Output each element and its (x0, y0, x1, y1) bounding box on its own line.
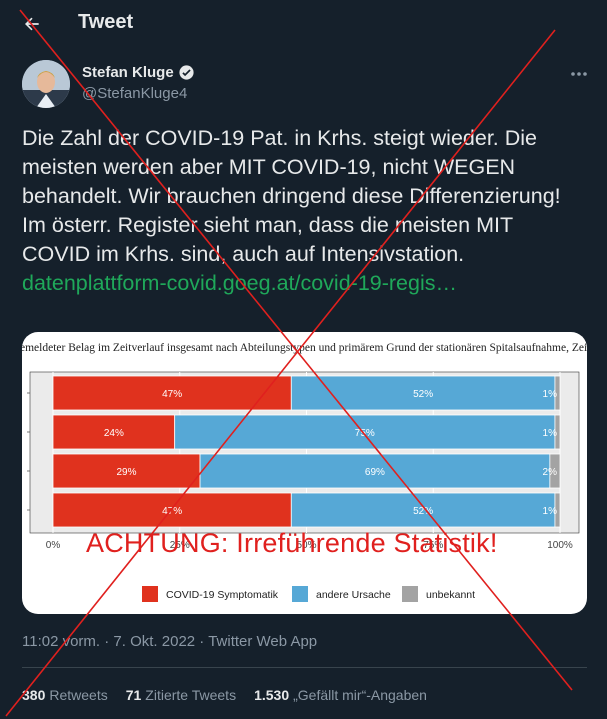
stacked-bar-chart: 0% 25% 50% 75% 100%47% 52% 1%24% 75% 1%29% 69% 2%4… (27, 371, 580, 602)
data-label: 52% (413, 389, 433, 400)
back-button[interactable] (14, 6, 50, 42)
tweet-stats: 380 Retweets 71 Zitierte Tweets 1.530 „Gefä… (22, 687, 427, 703)
data-label: 29% (117, 467, 137, 478)
divider (22, 667, 587, 668)
data-label: 47% (162, 506, 182, 517)
data-label: 2% (543, 467, 558, 478)
data-label: 75% (355, 428, 375, 439)
retweets-stat[interactable]: 380 Retweets (22, 687, 108, 703)
page-title: Tweet (78, 11, 134, 33)
legend-swatch (142, 586, 158, 602)
legend-label: andere Ursache (316, 589, 391, 601)
author-name[interactable]: Stefan Kluge (82, 64, 195, 81)
legend-label: COVID-19 Symptomatik (166, 589, 279, 601)
data-label: 1% (543, 428, 558, 439)
likes-stat[interactable]: 1.530 „Gefällt mir“-Angaben (254, 687, 427, 703)
avatar[interactable] (22, 60, 70, 108)
legend-swatch (292, 586, 308, 602)
legend-swatch (402, 586, 418, 602)
data-label: 24% (104, 428, 124, 439)
legend-label: unbekannt (426, 589, 475, 601)
verified-badge-icon (179, 65, 194, 80)
data-label: 69% (365, 467, 385, 478)
tweet-text: Die Zahl der COVID-19 Pat. in Krhs. stei… (22, 126, 561, 266)
data-label: 52% (413, 506, 433, 517)
tweet-link[interactable]: datenplattform-covid.goeg.at/covid-19-re… (22, 271, 457, 295)
author-handle[interactable]: @StefanKluge4 (82, 85, 187, 102)
tweet-header: Tweet (0, 0, 607, 44)
x-tick-label: 100% (547, 540, 573, 551)
quotes-stat[interactable]: 71 Zitierte Tweets (126, 687, 236, 703)
data-label: 47% (162, 389, 182, 400)
data-label: 1% (543, 389, 558, 400)
back-arrow-icon (25, 17, 39, 31)
more-dots-icon (571, 72, 587, 76)
author-name-text: Stefan Kluge (82, 64, 174, 81)
tweet-timestamp[interactable]: 11:02 vorm. · 7. Okt. 2022 · Twitter Web… (22, 633, 317, 650)
warning-text: ACHTUNG: Irreführende Statistik! (86, 528, 498, 558)
data-label: 1% (543, 506, 558, 517)
chart-card[interactable]: emeldeter Belag im Zeitverlauf insgesamt… (22, 332, 587, 614)
tweet-body: Die Zahl der COVID-19 Pat. in Krhs. stei… (22, 124, 582, 298)
x-tick-label: 0% (46, 540, 61, 551)
more-options-button[interactable] (568, 64, 590, 84)
